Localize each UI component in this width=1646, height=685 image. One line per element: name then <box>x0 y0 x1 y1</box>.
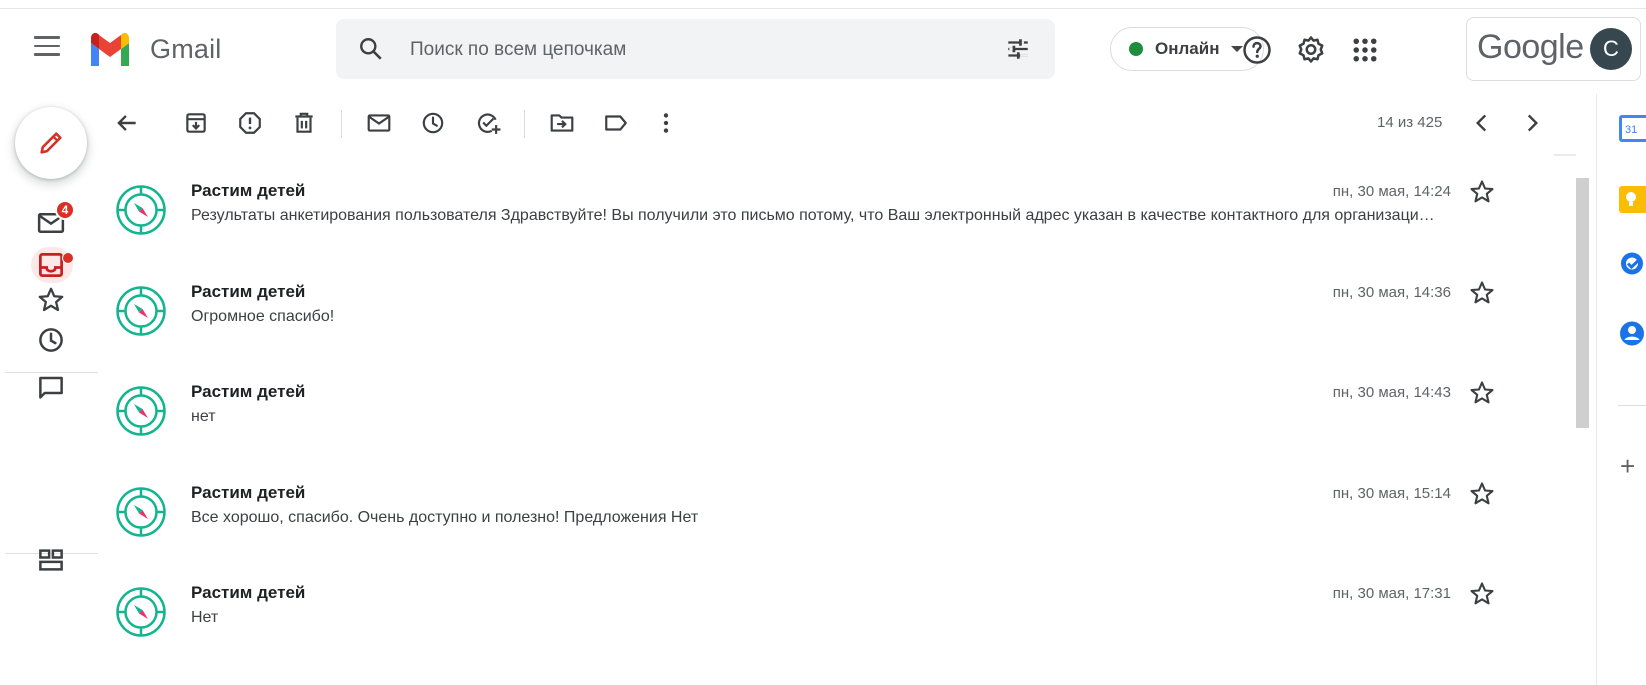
search-bar[interactable] <box>336 19 1055 79</box>
side-panel-separator <box>1618 405 1646 406</box>
help-icon[interactable] <box>1242 35 1272 65</box>
message-item[interactable]: Растим детей нет пн, 30 мая, 14:43 <box>98 355 1554 460</box>
delete-trash-icon[interactable] <box>291 110 317 136</box>
starred-icon[interactable] <box>36 285 66 315</box>
sender-compass-icon <box>116 386 166 436</box>
message-date: пн, 30 мая, 15:14 <box>1332 485 1451 502</box>
calendar-day-number: 31 <box>1625 124 1637 136</box>
status-selector[interactable]: Онлайн <box>1110 27 1264 71</box>
pagination-count: 14 из 425 <box>1377 114 1443 131</box>
move-to-folder-icon[interactable] <box>549 110 575 136</box>
message-date: пн, 30 мая, 14:36 <box>1332 284 1451 301</box>
add-to-tasks-icon[interactable] <box>475 110 501 136</box>
calendar-app-icon[interactable]: 31 <box>1619 115 1646 142</box>
compose-button[interactable] <box>15 107 87 179</box>
account-avatar[interactable]: С <box>1590 28 1632 70</box>
message-snippet: Нет <box>191 609 219 626</box>
sender-name: Растим детей <box>191 181 306 200</box>
google-brand: Google <box>1477 28 1584 66</box>
star-icon[interactable] <box>1468 379 1496 407</box>
message-snippet: Все хорошо, спасибо. Очень доступно и по… <box>191 509 699 526</box>
apps-grid-icon[interactable] <box>1350 35 1380 65</box>
spaces-icon[interactable] <box>36 545 66 575</box>
inbox-notification-dot <box>62 252 74 264</box>
inbox-icon[interactable] <box>36 250 66 280</box>
thread-toolbar: 14 из 425 <box>98 92 1576 156</box>
main-menu-button[interactable] <box>34 36 60 58</box>
mail-unread-badge: 4 <box>55 200 75 220</box>
archive-icon[interactable] <box>183 110 209 136</box>
message-item[interactable]: Растим детей Результаты анкетирования по… <box>98 154 1554 259</box>
sender-name: Растим детей <box>191 282 306 301</box>
label-tag-icon[interactable] <box>603 110 629 136</box>
toolbar-separator <box>524 110 525 138</box>
snoozed-clock-icon[interactable] <box>36 325 66 355</box>
star-icon[interactable] <box>1468 279 1496 307</box>
back-arrow-icon[interactable] <box>114 110 140 136</box>
sender-compass-icon <box>116 286 166 336</box>
status-dot <box>1129 42 1143 56</box>
search-icon[interactable] <box>358 36 384 62</box>
gmail-m-icon <box>91 32 129 66</box>
tasks-icon[interactable] <box>1619 250 1646 277</box>
report-spam-icon[interactable] <box>237 110 263 136</box>
message-date: пн, 30 мая, 14:24 <box>1332 183 1451 200</box>
account-switcher[interactable]: Google С <box>1466 17 1641 81</box>
more-options-icon[interactable] <box>653 110 679 136</box>
search-input[interactable] <box>408 29 972 71</box>
sender-name: Растим детей <box>191 583 306 602</box>
message-snippet: Результаты анкетирования пользователя Зд… <box>191 207 1435 224</box>
side-panel-divider <box>1596 94 1597 685</box>
gmail-logo[interactable]: Gmail <box>88 29 222 69</box>
add-addon-plus-icon[interactable]: + <box>1620 451 1635 482</box>
sender-compass-icon <box>116 185 166 235</box>
keep-notes-icon[interactable] <box>1619 186 1646 213</box>
status-label: Онлайн <box>1155 39 1220 58</box>
app-name: Gmail <box>150 33 222 64</box>
message-snippet: нет <box>191 408 216 425</box>
search-options-icon[interactable] <box>1005 36 1031 62</box>
window-top-edge <box>0 0 1646 9</box>
sender-compass-icon <box>116 587 166 637</box>
chat-icon[interactable] <box>36 373 66 403</box>
older-chevron-right-icon[interactable] <box>1519 110 1545 136</box>
sender-name: Растим детей <box>191 382 306 401</box>
message-item[interactable]: Растим детей Все хорошо, спасибо. Очень … <box>98 456 1554 561</box>
message-item[interactable]: Растим детей Огромное спасибо! пн, 30 ма… <box>98 255 1554 360</box>
snooze-clock-icon[interactable] <box>420 110 446 136</box>
scrollbar-thumb[interactable] <box>1576 178 1589 428</box>
contacts-icon[interactable] <box>1619 320 1646 347</box>
newer-chevron-left-icon[interactable] <box>1469 110 1495 136</box>
pencil-icon <box>40 132 62 154</box>
message-date: пн, 30 мая, 14:43 <box>1332 384 1451 401</box>
header: Gmail Поиск по всем цепочкам Онлайн Goog… <box>0 9 1646 89</box>
message-date: пн, 30 мая, 17:31 <box>1332 585 1451 602</box>
message-snippet: Огромное спасибо! <box>191 308 335 325</box>
sender-compass-icon <box>116 487 166 537</box>
sender-name: Растим детей <box>191 483 306 502</box>
star-icon[interactable] <box>1468 480 1496 508</box>
star-icon[interactable] <box>1468 178 1496 206</box>
star-icon[interactable] <box>1468 580 1496 608</box>
settings-gear-icon[interactable] <box>1296 35 1326 65</box>
mark-unread-envelope-icon[interactable] <box>366 110 392 136</box>
toolbar-separator <box>341 110 342 138</box>
message-item[interactable]: Растим детей Нет пн, 30 мая, 17:31 <box>98 556 1554 660</box>
